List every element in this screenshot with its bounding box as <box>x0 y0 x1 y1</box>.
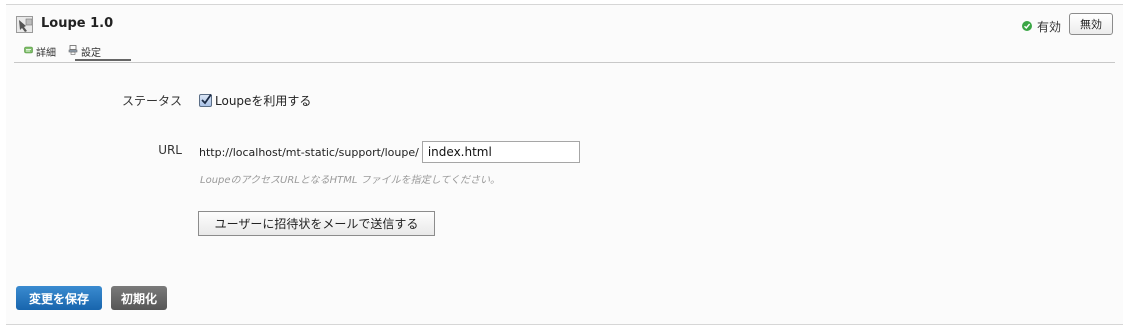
reset-button[interactable]: 初期化 <box>111 286 167 310</box>
url-row: http://localhost/mt-static/support/loupe… <box>199 141 580 163</box>
url-filename-input[interactable] <box>421 141 580 163</box>
status-field-label: ステータス <box>121 94 182 108</box>
plugin-title: Loupe 1.0 <box>41 16 114 31</box>
enable-loupe-row: Loupeを利用する <box>199 92 311 109</box>
tab-settings[interactable]: 設定 <box>68 43 101 60</box>
settings-icon <box>68 45 78 58</box>
enable-loupe-checkbox[interactable] <box>199 93 212 107</box>
status-label: 有効 <box>1036 19 1061 34</box>
header-divider <box>14 62 1115 63</box>
url-hint: LoupeのアクセスURLとなるHTML ファイルを指定してください。 <box>200 175 500 186</box>
enable-loupe-label: Loupeを利用する <box>215 94 312 108</box>
disable-button[interactable]: 無効 <box>1069 13 1113 35</box>
enabled-check-icon <box>1021 21 1032 31</box>
plugin-status: 有効 <box>1021 18 1061 34</box>
send-invite-button[interactable]: ユーザーに招待状をメールで送信する <box>198 211 435 236</box>
details-icon <box>24 46 33 58</box>
tab-details-label: 詳細 <box>36 48 56 59</box>
plugin-settings-panel: Loupe 1.0 有効 無効 詳細 設定 ステータス Loupeを利用する U… <box>6 4 1123 325</box>
tab-details[interactable]: 詳細 <box>24 43 56 60</box>
panel-background <box>6 5 1123 324</box>
tab-settings-label: 設定 <box>81 48 101 59</box>
url-field-label: URL <box>158 143 182 157</box>
active-tab-indicator <box>75 59 131 61</box>
url-prefix: http://localhost/mt-static/support/loupe… <box>199 145 419 159</box>
plugin-tabs: 詳細 設定 <box>24 43 101 60</box>
plugin-icon <box>16 16 33 33</box>
save-changes-button[interactable]: 変更を保存 <box>16 286 102 310</box>
